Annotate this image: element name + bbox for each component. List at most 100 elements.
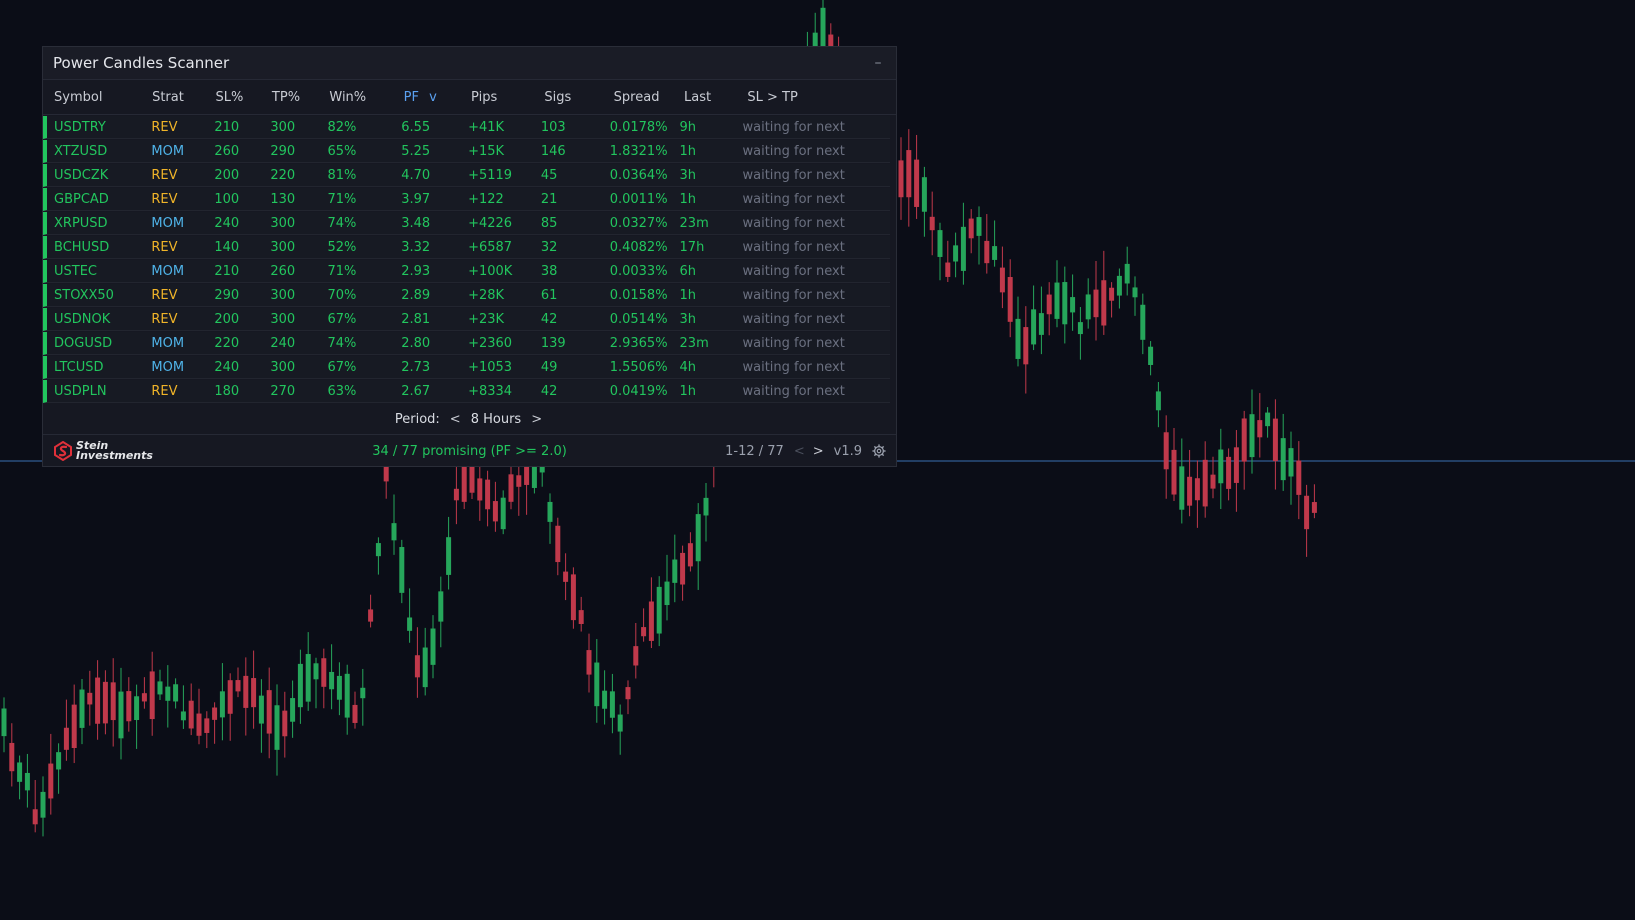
cell-sl-tp: waiting for next [742,239,845,255]
candle-body [282,710,288,737]
cell-strat: REV [151,167,178,183]
column-header-sl-tp[interactable]: SL > TP [747,90,896,105]
cell-pips: +122 [468,191,504,207]
period-value: 8 Hours [470,411,522,427]
cell-tp: 290 [270,143,296,159]
candle-body [329,671,335,690]
column-header-win[interactable]: Win% [329,90,403,105]
cell-last: 1h [679,383,697,399]
cell-win: 71% [327,191,357,207]
column-header-pf[interactable]: PF v [404,90,471,105]
column-header-sl[interactable]: SL% [215,90,271,105]
cell-symbol: DOGUSD [54,335,113,351]
candle-body [422,647,428,688]
table-row-ltcusd[interactable]: LTCUSD MOM 240 300 67% 2.73 +1053 49 1.5… [43,356,890,379]
cell-win: 70% [327,287,357,303]
cell-sl: 290 [214,287,240,303]
cell-strat: MOM [151,263,185,279]
cell-pips: +5119 [468,167,513,183]
candle-body [578,610,584,624]
minimize-button[interactable]: – [870,55,886,71]
cell-win: 67% [327,359,357,375]
cell-sigs: 49 [540,359,558,375]
cell-tp: 130 [270,191,296,207]
candle-body [656,586,662,634]
candle-body [1296,460,1302,495]
cell-pips: +100K [468,263,513,279]
cell-tp: 300 [270,359,296,375]
table-row-xtzusd[interactable]: XTZUSD MOM 260 290 65% 5.25 +15K 146 1.8… [43,140,890,163]
table-row-ustec[interactable]: USTEC MOM 210 260 71% 2.93 +100K 38 0.00… [43,260,890,283]
table-row-stoxx50[interactable]: STOXX50 REV 290 300 70% 2.89 +28K 61 0.0… [43,284,890,307]
cell-sl: 210 [214,263,240,279]
candle-body [71,704,77,749]
candle-body [243,675,249,708]
column-header-symbol[interactable]: Symbol [54,90,152,105]
candle-body [266,690,272,734]
column-header-last[interactable]: Last [684,90,747,105]
table-row-usdpln[interactable]: USDPLN REV 180 270 63% 2.67 +8334 42 0.0… [43,380,890,403]
candle-body [313,663,319,680]
cell-strat: REV [151,191,178,207]
cell-pf: 4.70 [401,167,431,183]
cell-last: 3h [679,167,697,183]
candle-body [477,478,483,501]
candle-body [305,654,311,702]
column-header-tp[interactable]: TP% [272,90,329,105]
cell-strat: REV [151,287,178,303]
cell-tp: 260 [270,263,296,279]
candle-body [438,591,444,622]
column-header-sigs[interactable]: Sigs [544,90,613,105]
candle-body [1077,322,1083,335]
table-row-dogusd[interactable]: DOGUSD MOM 220 240 74% 2.80 +2360 139 2.… [43,332,890,355]
column-header-pips[interactable]: Pips [471,90,544,105]
cell-sl-tp: waiting for next [742,311,845,327]
sort-indicator: v [429,89,437,105]
table-row-usdtry[interactable]: USDTRY REV 210 300 82% 6.55 +41K 103 0.0… [43,116,890,139]
table-row-bchusd[interactable]: BCHUSD REV 140 300 52% 3.32 +6587 32 0.4… [43,236,890,259]
cell-tp: 240 [270,335,296,351]
column-header-strat[interactable]: Strat [152,90,215,105]
cell-pf: 2.67 [401,383,431,399]
candle-body [1226,456,1232,489]
candle-body [1046,294,1052,315]
period-next-button[interactable]: > [529,412,544,427]
candle-body [687,543,693,567]
panel-header[interactable]: Power Candles Scanner – [43,47,896,80]
candle-body [547,501,553,522]
candle-body [336,675,342,700]
candle-body [157,681,163,695]
settings-gear-icon[interactable] [872,444,886,458]
cell-tp: 270 [270,383,296,399]
cell-pf: 2.80 [401,335,431,351]
column-header-pf-label: PF [403,89,419,105]
cell-sl: 140 [214,239,240,255]
candle-body [1210,474,1216,489]
candle-body [1140,304,1146,340]
cell-symbol: USDNOK [54,311,111,327]
candle-body [204,718,210,733]
cell-strat: MOM [151,215,185,231]
table-row-usdczk[interactable]: USDCZK REV 200 220 81% 4.70 +5119 45 0.0… [43,164,890,187]
candle-body [672,559,678,583]
page-next-button[interactable]: > [813,444,824,459]
logo-line-2: Investments [76,449,153,462]
candle-body [219,691,225,718]
table-row-xrpusd[interactable]: XRPUSD MOM 240 300 74% 3.48 +4226 85 0.0… [43,212,890,235]
cell-sl: 220 [214,335,240,351]
table-row-usdnok[interactable]: USDNOK REV 200 300 67% 2.81 +23K 42 0.05… [43,308,890,331]
page-prev-button[interactable]: < [794,444,805,459]
cell-pips: +23K [468,311,505,327]
candle-body [48,763,54,799]
candle-body [609,691,615,718]
candle-body [1249,414,1255,458]
cell-strat: REV [151,383,178,399]
candle-body [79,689,85,728]
table-row-gbpcad[interactable]: GBPCAD REV 100 130 71% 3.97 +122 21 0.00… [43,188,890,211]
cell-win: 82% [327,119,357,135]
cell-sigs: 32 [540,239,558,255]
column-header-spread[interactable]: Spread [614,90,684,105]
candle-body [984,240,990,264]
cell-spread: 0.0011% [609,191,668,207]
period-prev-button[interactable]: < [448,412,463,427]
